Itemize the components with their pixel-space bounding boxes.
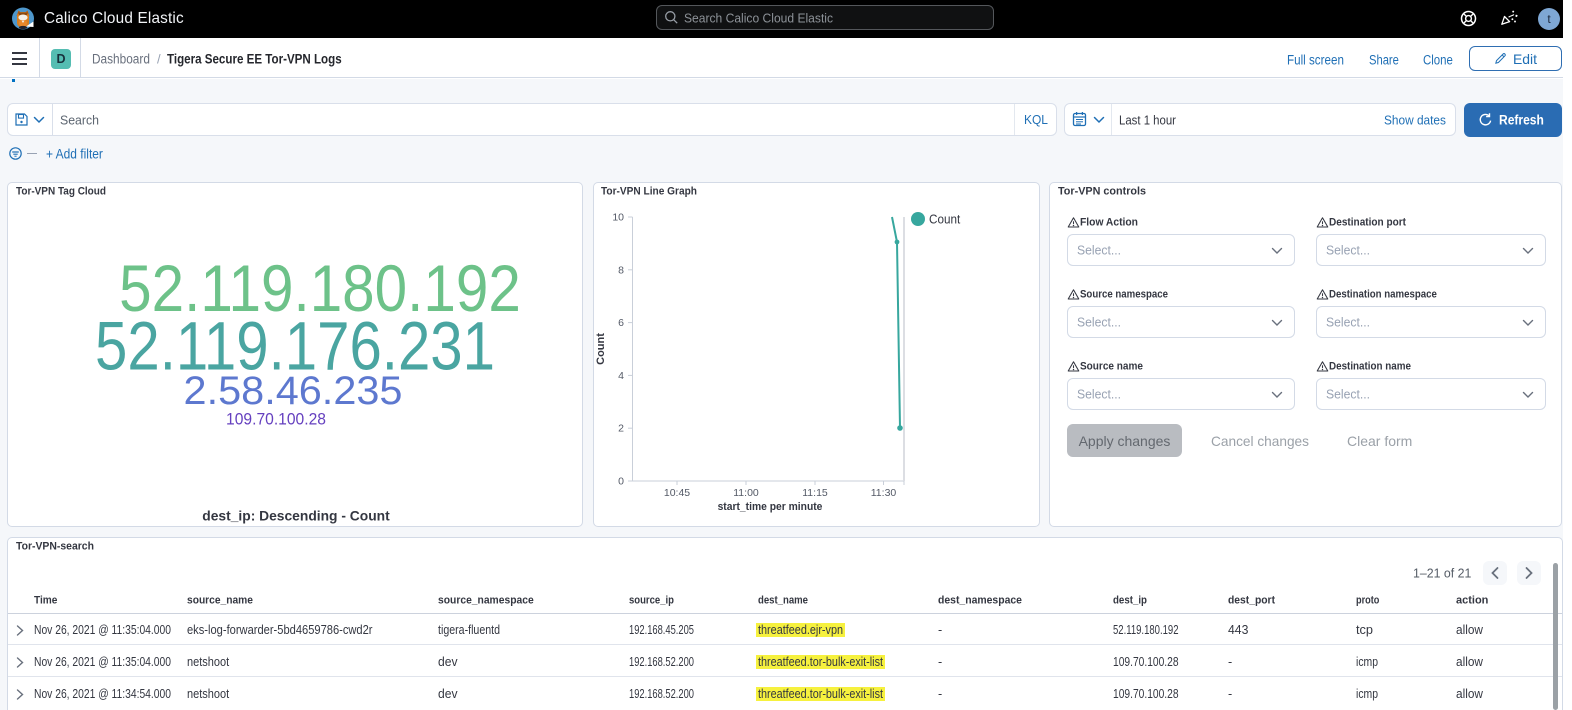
- svg-text:Count: Count: [595, 333, 607, 365]
- svg-text:11:00: 11:00: [733, 487, 759, 499]
- svg-text:6: 6: [618, 317, 624, 329]
- svg-text:Count: Count: [929, 212, 961, 226]
- svg-text:11:15: 11:15: [802, 487, 828, 499]
- svg-text:start_time per minute: start_time per minute: [718, 501, 823, 513]
- svg-text:10:45: 10:45: [664, 487, 690, 499]
- svg-text:0: 0: [618, 476, 624, 488]
- svg-text:8: 8: [618, 264, 624, 276]
- svg-text:11:30: 11:30: [871, 487, 897, 499]
- svg-text:10: 10: [612, 212, 624, 224]
- svg-text:2: 2: [618, 423, 624, 435]
- svg-text:4: 4: [618, 370, 624, 382]
